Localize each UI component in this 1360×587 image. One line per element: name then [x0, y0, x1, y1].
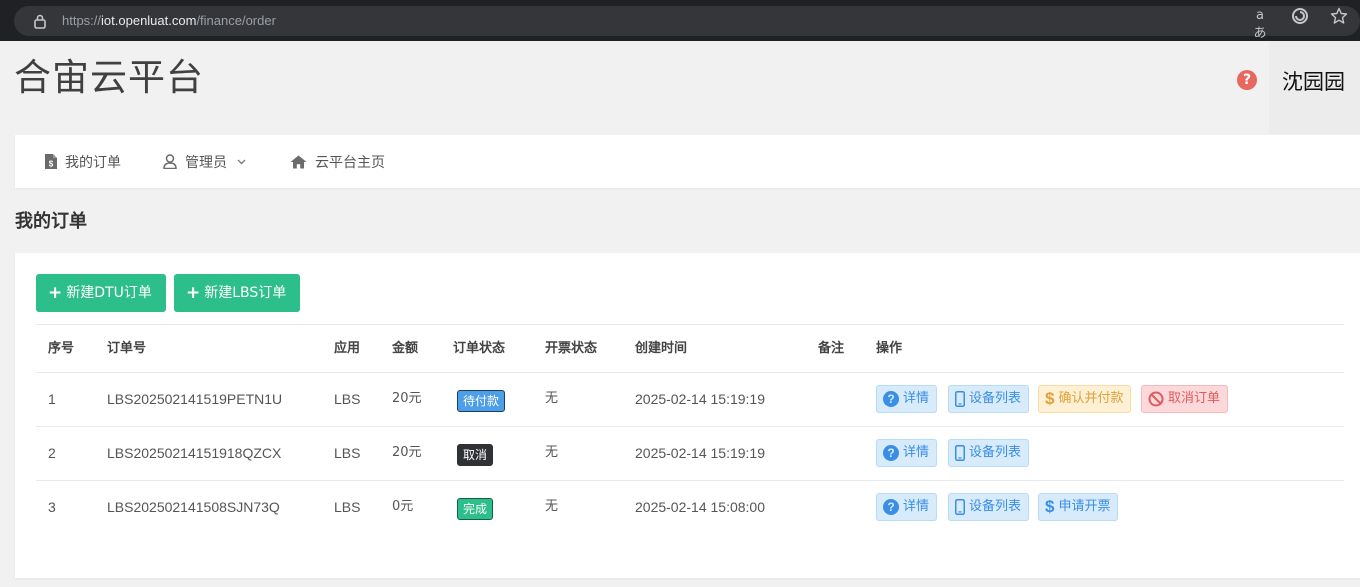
status-badge: 完成	[457, 498, 494, 520]
device-list-label: 设备列表	[969, 391, 1022, 406]
chevron-down-icon	[237, 159, 246, 164]
question-circle-icon: ?	[883, 499, 899, 515]
row-invoice-status: 无	[545, 391, 559, 406]
device-list-button[interactable]: 设备列表	[948, 439, 1030, 467]
mobile-icon	[955, 499, 965, 515]
orders-panel: + 新建DTU订单 + 新建LBS订单 序号 订单号 应用 金额 订单状态 开票…	[15, 253, 1360, 578]
cancel-order-button[interactable]: 取消订单	[1141, 385, 1229, 413]
row-order-no: LBS202502141519PETN1U	[107, 391, 283, 407]
row-index: 3	[48, 499, 56, 515]
detail-label: 详情	[903, 391, 930, 406]
lock-icon	[34, 14, 46, 29]
detail-label: 详情	[903, 445, 930, 460]
column-header-app: 应用	[334, 341, 361, 356]
plus-icon: +	[48, 283, 63, 303]
row-order-no: LBS202502141508SJN73Q	[107, 499, 280, 515]
column-header-created-time: 创建时间	[635, 341, 688, 356]
row-app: LBS	[334, 391, 361, 407]
row-amount: 20元	[392, 445, 422, 460]
column-header-remark: 备注	[818, 341, 845, 356]
read-aloud-icon[interactable]: aあ	[1251, 7, 1269, 41]
confirm-pay-label: 确认并付款	[1058, 391, 1124, 406]
nav-label-home: 云平台主页	[315, 154, 385, 171]
question-circle-icon: ?	[883, 391, 899, 407]
detail-button[interactable]: ? 详情	[876, 385, 938, 413]
url-path: /finance/order	[196, 13, 276, 28]
row-index: 1	[48, 391, 56, 407]
table-divider	[36, 426, 1344, 427]
row-amount: 20元	[392, 391, 422, 406]
row-invoice-status: 无	[545, 499, 559, 514]
column-header-order-status: 订单状态	[453, 341, 506, 356]
dollar-icon: $	[1045, 497, 1055, 516]
row-app: LBS	[334, 499, 361, 515]
url-host: iot.openluat.com	[101, 13, 197, 28]
status-badge: 待付款	[457, 390, 506, 412]
new-dtu-order-label: 新建DTU订单	[66, 285, 152, 301]
table-divider	[36, 480, 1344, 481]
row-created-time: 2025-02-14 15:08:00	[635, 499, 765, 515]
user-name: 沈园园	[1282, 70, 1345, 94]
status-badge: 取消	[457, 444, 494, 466]
nav-label-admin: 管理员	[185, 154, 227, 171]
row-created-time: 2025-02-14 15:19:19	[635, 391, 765, 407]
row-amount: 0元	[392, 499, 414, 514]
home-icon	[290, 155, 307, 168]
row-app: LBS	[334, 445, 361, 461]
ban-icon	[1148, 391, 1164, 407]
edge-refresh-icon[interactable]	[1291, 7, 1309, 25]
row-created-time: 2025-02-14 15:19:19	[635, 445, 765, 461]
plus-icon: +	[186, 283, 201, 303]
apply-invoice-button[interactable]: $ 申请开票	[1038, 493, 1119, 521]
browser-toolbar: https://iot.openluat.com/finance/order a…	[0, 0, 1360, 41]
nav-item-home[interactable]: 云平台主页	[290, 135, 385, 188]
row-index: 2	[48, 445, 56, 461]
nav-label-my-orders: 我的订单	[65, 154, 121, 171]
new-lbs-order-button[interactable]: + 新建LBS订单	[174, 274, 300, 312]
brand-title: 合宙云平台	[14, 56, 204, 99]
column-header-index: 序号	[48, 341, 75, 356]
nav-item-admin[interactable]: 管理员	[163, 135, 254, 188]
top-nav: $ 我的订单 管理员 云平台主页	[15, 135, 1360, 188]
help-icon[interactable]: ?	[1237, 70, 1257, 90]
confirm-pay-button[interactable]: $ 确认并付款	[1038, 385, 1132, 413]
device-list-button[interactable]: 设备列表	[948, 493, 1030, 521]
nav-item-my-orders[interactable]: $ 我的订单	[45, 135, 121, 188]
cancel-order-label: 取消订单	[1168, 391, 1221, 406]
svg-text:$: $	[49, 160, 54, 169]
detail-button[interactable]: ? 详情	[876, 439, 938, 467]
column-header-invoice-status: 开票状态	[545, 341, 598, 356]
table-divider	[36, 372, 1344, 373]
mobile-icon	[955, 391, 965, 407]
user-icon	[163, 154, 177, 169]
address-bar[interactable]: https://iot.openluat.com/finance/order	[14, 6, 1360, 36]
new-lbs-order-label: 新建LBS订单	[204, 285, 287, 301]
row-order-no: LBS20250214151918QZCX	[107, 445, 282, 461]
table-divider	[36, 324, 1344, 325]
device-list-label: 设备列表	[969, 445, 1022, 460]
column-header-order-no: 订单号	[107, 341, 147, 356]
user-menu[interactable]: 沈园园	[1269, 41, 1360, 134]
detail-button[interactable]: ? 详情	[876, 493, 938, 521]
column-header-amount: 金额	[392, 341, 419, 356]
new-dtu-order-button[interactable]: + 新建DTU订单	[36, 274, 166, 312]
detail-label: 详情	[903, 499, 930, 514]
device-list-label: 设备列表	[969, 499, 1022, 514]
apply-invoice-label: 申请开票	[1058, 499, 1111, 514]
column-header-actions: 操作	[876, 341, 903, 356]
url-prefix: https://	[62, 13, 102, 28]
row-invoice-status: 无	[545, 445, 559, 460]
favorite-star-icon[interactable]	[1330, 7, 1348, 25]
url-text: https://iot.openluat.com/finance/order	[62, 12, 276, 30]
device-list-button[interactable]: 设备列表	[948, 385, 1030, 413]
page-title: 我的订单	[15, 211, 87, 232]
dollar-icon: $	[1045, 389, 1055, 408]
mobile-icon	[955, 445, 965, 461]
file-dollar-icon: $	[45, 154, 57, 169]
question-circle-icon: ?	[883, 445, 899, 461]
